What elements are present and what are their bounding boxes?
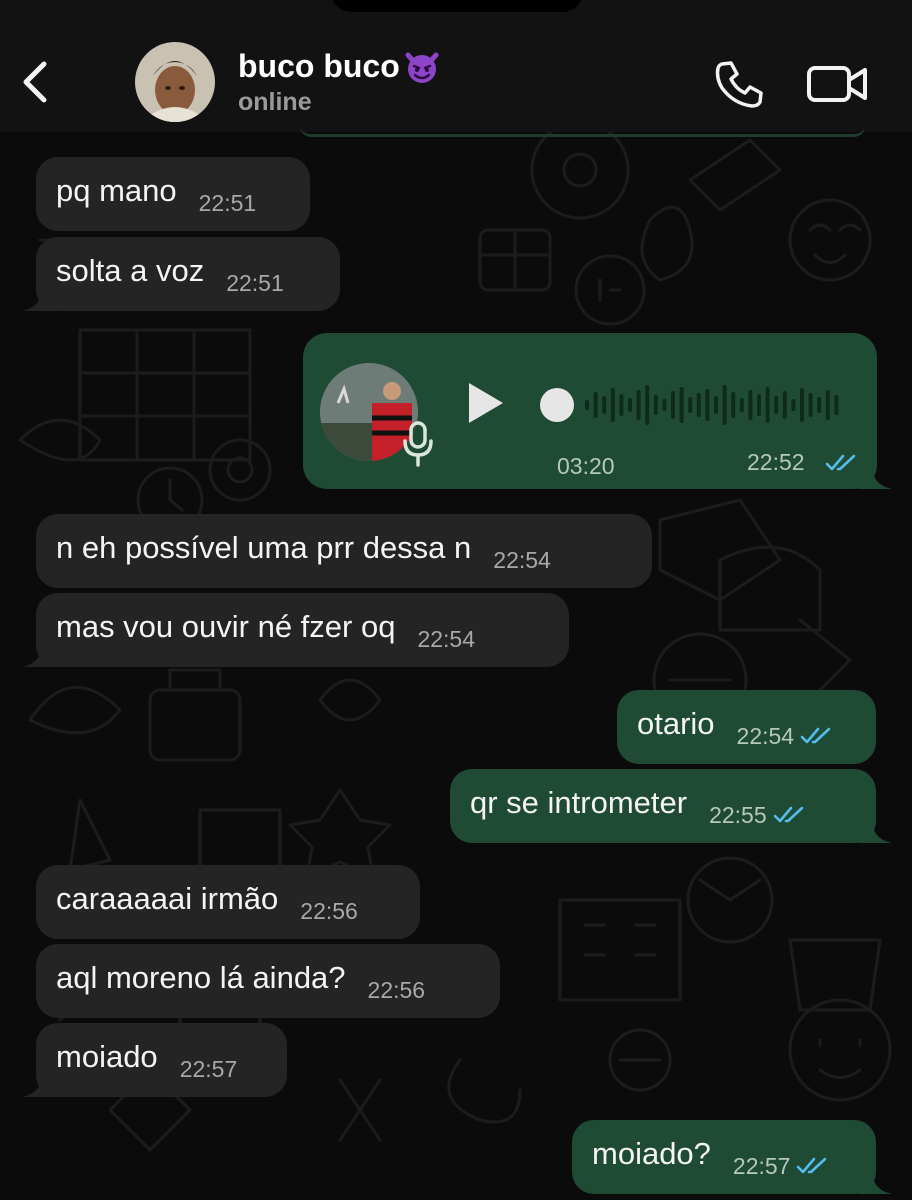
read-receipt-icon (825, 454, 856, 471)
message-text: aql moreno lá ainda? (56, 960, 346, 995)
device-notch (330, 0, 584, 12)
waveform-bar (825, 390, 830, 420)
bubble-tail (22, 287, 56, 311)
read-receipt-icon (797, 1157, 827, 1174)
waveform-bar (748, 390, 753, 420)
message-time: 22:57 (179, 1055, 238, 1082)
message-time: 22:52 (747, 449, 805, 475)
chat-header: buco buco online (0, 0, 912, 137)
voice-message[interactable]: 03:20 22:52 (303, 333, 877, 489)
waveform-bar (636, 390, 641, 420)
message-time: 22:57 (732, 1152, 791, 1179)
voice-duration: 03:20 (557, 453, 615, 479)
bubble-tail (858, 465, 892, 489)
waveform-bar (757, 394, 761, 416)
message-time: 22:55 (709, 801, 767, 828)
message-text: mas vou ouvir né fzer oq (56, 609, 396, 644)
waveform-bar (722, 385, 727, 425)
waveform-bar (714, 396, 718, 414)
incoming-message[interactable]: solta a voz 22:51 (36, 237, 340, 311)
read-receipt-icon (773, 806, 803, 823)
play-button[interactable] (461, 379, 509, 427)
bubble-tail (22, 643, 56, 667)
message-time: 22:54 (417, 625, 476, 652)
playback-scrubber[interactable] (540, 388, 574, 422)
devil-emoji-icon (405, 52, 439, 83)
message-time: 22:51 (198, 189, 257, 216)
waveform-bar (585, 400, 589, 410)
play-icon (469, 383, 503, 423)
incoming-message[interactable]: aql moreno lá ainda? 22:56 (36, 944, 500, 1018)
message-text: qr se intrometer (470, 785, 688, 820)
contact-status: online (238, 88, 312, 116)
video-camera-icon (807, 66, 867, 102)
waveform-bar (602, 396, 607, 414)
video-call-button[interactable] (806, 60, 870, 106)
waveform-bar (739, 398, 744, 412)
incoming-message[interactable]: n eh possível uma prr dessa n 22:54 (36, 514, 652, 588)
voice-waveform[interactable] (537, 373, 847, 437)
waveform-bar (628, 398, 632, 412)
outgoing-message[interactable]: qr se intrometer 22:55 (450, 769, 876, 843)
previous-message-edge (300, 126, 865, 137)
voice-call-button[interactable] (712, 58, 764, 108)
message-time: 22:54 (493, 546, 551, 573)
waveform-bar (645, 385, 650, 425)
message-time: 22:56 (367, 976, 426, 1003)
incoming-message[interactable]: pq mano 22:51 (36, 157, 310, 231)
message-text: moiado (56, 1039, 158, 1074)
message-text: otario (637, 706, 715, 741)
chevron-left-icon (23, 61, 47, 103)
message-time: 22:51 (226, 269, 284, 296)
contact-avatar[interactable] (135, 42, 215, 122)
bubble-tail (858, 819, 892, 843)
incoming-message[interactable]: mas vou ouvir né fzer oq 22:54 (36, 593, 569, 667)
waveform-bar (765, 387, 770, 423)
waveform-bar (817, 397, 822, 413)
message-time: 22:54 (736, 722, 795, 749)
message-time: 22:56 (300, 897, 358, 924)
back-button[interactable] (14, 58, 58, 106)
waveform-bar (696, 393, 701, 417)
phone-icon (715, 61, 763, 108)
avatar-photo (135, 42, 215, 122)
incoming-message[interactable]: moiado 22:57 (36, 1023, 287, 1097)
waveform-bar (662, 399, 667, 411)
waveform-bar (731, 392, 736, 418)
waveform-bar (791, 399, 796, 411)
waveform-bar (782, 391, 787, 419)
waveform-bar (679, 387, 684, 423)
contact-name[interactable]: buco buco (238, 48, 440, 85)
waveform-bar (653, 395, 658, 415)
contact-name-text: buco buco (238, 48, 400, 84)
message-text: caraaaaai irmão (56, 881, 279, 916)
message-text: n eh possível uma prr dessa n (56, 530, 472, 565)
waveform-bar (705, 389, 710, 421)
message-text: solta a voz (56, 253, 205, 288)
read-receipt-icon (800, 727, 831, 744)
bubble-tail (22, 1073, 56, 1097)
waveform-bar (610, 388, 615, 422)
waveform-bar (774, 396, 779, 414)
waveform-bar (688, 397, 693, 413)
waveform-bar (593, 392, 598, 418)
waveform-bar (808, 393, 813, 417)
incoming-message[interactable]: caraaaaai irmão 22:56 (36, 865, 420, 939)
waveform-bar (834, 395, 839, 415)
outgoing-message[interactable]: moiado? 22:57 (572, 1120, 876, 1194)
waveform-bar (619, 394, 624, 416)
message-text: pq mano (56, 173, 177, 208)
bubble-tail (858, 1170, 892, 1194)
microphone-icon (403, 421, 433, 467)
message-text: moiado? (592, 1136, 711, 1171)
outgoing-message[interactable]: otario 22:54 (617, 690, 876, 764)
waveform-bar (671, 391, 675, 419)
waveform-bar (800, 388, 804, 422)
